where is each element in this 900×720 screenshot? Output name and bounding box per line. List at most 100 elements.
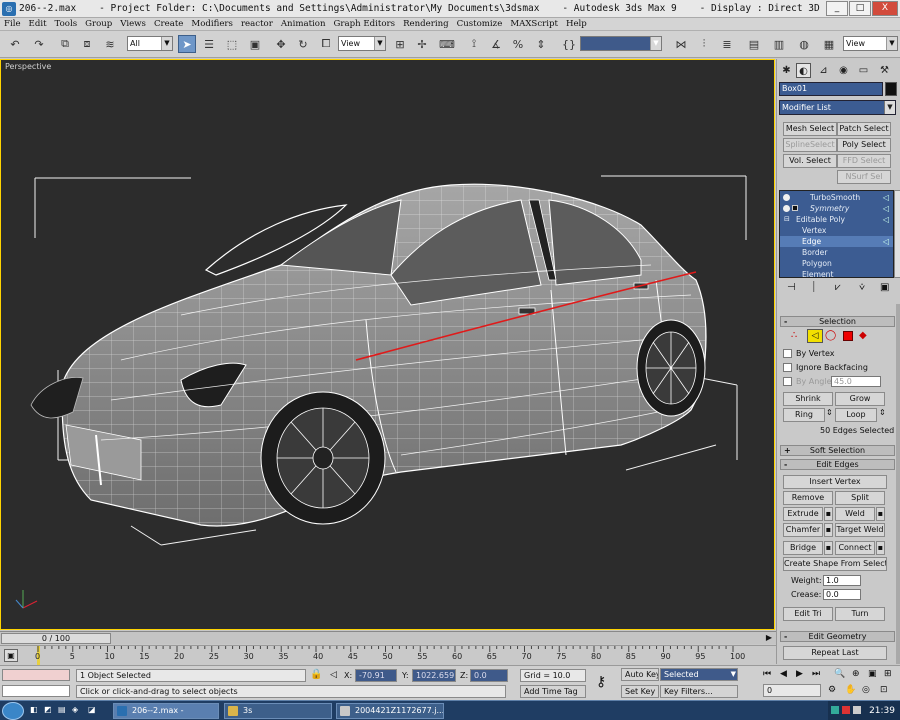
key-mode-dropdown[interactable]: Selected ▼ bbox=[660, 668, 738, 681]
collapse-icon[interactable]: ⊟ bbox=[784, 214, 790, 225]
align-icon[interactable]: ⫶ bbox=[695, 35, 713, 53]
selection-rollout-header[interactable]: - Selection bbox=[780, 316, 895, 327]
zoom-all-icon[interactable]: ⊕ bbox=[852, 669, 860, 679]
turn-button[interactable]: Turn bbox=[835, 607, 885, 621]
window-crossing-icon[interactable]: ▣ bbox=[246, 35, 264, 53]
volume-icon[interactable] bbox=[853, 706, 861, 714]
extrude-settings-icon[interactable]: ▪ bbox=[824, 507, 833, 521]
show-end-result-icon[interactable]: ⏐ bbox=[811, 282, 817, 293]
spinner-snap-icon[interactable]: ⇕ bbox=[532, 35, 550, 53]
spline-select-button[interactable]: SplineSelect bbox=[783, 138, 837, 152]
taskbar-item-image[interactable]: 2004421Z1172677.j... bbox=[336, 703, 444, 719]
taskbar-item-folder[interactable]: 3s bbox=[224, 703, 332, 719]
mini-curve-editor-icon[interactable]: ▣ bbox=[4, 649, 18, 662]
minimize-button[interactable]: _ bbox=[826, 1, 848, 16]
stack-scrollbar[interactable] bbox=[894, 190, 900, 278]
y-coord-field[interactable]: 1022.659 bbox=[412, 669, 456, 682]
absolute-mode-icon[interactable]: ◁ bbox=[330, 670, 337, 680]
loop-spinner-icon[interactable]: ⇕ bbox=[879, 408, 886, 417]
connect-button[interactable]: Connect bbox=[835, 541, 875, 555]
link-icon[interactable]: ⧉ bbox=[56, 35, 74, 53]
x-coord-field[interactable]: -70.91 bbox=[355, 669, 397, 682]
stack-item-editable-poly[interactable]: ⊟ Editable Poly ◁ bbox=[780, 214, 893, 225]
keyboard-shortcut-icon[interactable]: ⌨ bbox=[438, 35, 456, 53]
percent-snap-icon[interactable]: % bbox=[509, 35, 527, 53]
mirror-icon[interactable]: ⋈ bbox=[672, 35, 690, 53]
weld-button[interactable]: Weld bbox=[835, 507, 875, 521]
taskbar-item-3dsmax[interactable]: 206--2.max - bbox=[113, 703, 219, 719]
object-color-swatch[interactable] bbox=[885, 82, 897, 96]
network-icon[interactable] bbox=[831, 706, 839, 714]
time-slider[interactable]: 0 / 100 ▶ bbox=[0, 631, 776, 644]
maxscript-listener-field[interactable] bbox=[2, 669, 70, 681]
menu-rendering[interactable]: Rendering bbox=[399, 19, 453, 29]
edit-named-selection-icon[interactable]: {} bbox=[560, 35, 578, 53]
selection-filter-dropdown[interactable]: All ▼ bbox=[127, 36, 173, 51]
quick-launch-icon-4[interactable]: ◈ bbox=[72, 705, 78, 714]
move-icon[interactable]: ✥ bbox=[272, 35, 290, 53]
stack-item-element[interactable]: Element bbox=[780, 269, 893, 277]
zoom-extents-icon[interactable]: ▣ bbox=[868, 669, 877, 679]
time-slider-thumb[interactable]: 0 / 100 bbox=[1, 633, 111, 644]
mesh-select-button[interactable]: Mesh Select bbox=[783, 122, 837, 136]
quick-launch-icon[interactable]: ◧ bbox=[30, 705, 38, 714]
ffd-select-button[interactable]: FFD Select bbox=[837, 154, 891, 168]
antivirus-icon[interactable] bbox=[842, 706, 850, 714]
pin-stack-icon[interactable]: ⊣ bbox=[787, 282, 796, 293]
clock[interactable]: 21:39 bbox=[869, 706, 895, 716]
maximize-button[interactable]: □ bbox=[849, 1, 871, 16]
ring-spinner-icon[interactable]: ⇕ bbox=[826, 408, 833, 417]
set-key-button[interactable]: Set Key bbox=[621, 685, 659, 698]
layer-manager-icon[interactable]: ≣ bbox=[718, 35, 736, 53]
shrink-button[interactable]: Shrink bbox=[783, 392, 833, 406]
menu-group[interactable]: Group bbox=[81, 19, 116, 29]
chamfer-settings-icon[interactable]: ▪ bbox=[824, 523, 833, 537]
repeat-last-button[interactable]: Repeat Last bbox=[783, 646, 887, 660]
modify-tab-icon[interactable]: ◐ bbox=[796, 63, 811, 78]
play-icon[interactable]: ▶ bbox=[796, 669, 803, 679]
make-unique-icon[interactable]: ⩗ bbox=[835, 282, 841, 293]
menu-animation[interactable]: Animation bbox=[277, 19, 330, 29]
angle-spinner[interactable]: 45.0 bbox=[831, 376, 881, 387]
rect-selection-icon[interactable]: ⬚ bbox=[223, 35, 241, 53]
insert-vertex-button[interactable]: Insert Vertex bbox=[783, 475, 887, 489]
ref-coord-dropdown[interactable]: View ▼ bbox=[338, 36, 386, 51]
expand-box-icon[interactable] bbox=[792, 205, 798, 211]
menu-create[interactable]: Create bbox=[150, 19, 187, 29]
nsurf-sel-button[interactable]: NSurf Sel bbox=[837, 170, 891, 184]
current-frame-field[interactable]: 0 bbox=[763, 684, 821, 697]
render-type-dropdown[interactable]: View ▼ bbox=[843, 36, 898, 51]
previous-frame-icon[interactable]: ◀ bbox=[780, 669, 787, 679]
menu-graph-editors[interactable]: Graph Editors bbox=[330, 19, 400, 29]
start-button-icon[interactable] bbox=[2, 702, 24, 720]
menu-modifiers[interactable]: Modifiers bbox=[187, 19, 237, 29]
menu-views[interactable]: Views bbox=[116, 19, 150, 29]
by-vertex-checkbox[interactable] bbox=[783, 349, 792, 358]
object-name-field[interactable]: Box01 bbox=[779, 82, 883, 96]
stack-item-symmetry[interactable]: Symmetry ◁ bbox=[780, 203, 893, 214]
lightbulb-icon[interactable] bbox=[783, 205, 790, 212]
menu-customize[interactable]: Customize bbox=[453, 19, 507, 29]
menu-tools[interactable]: Tools bbox=[51, 19, 82, 29]
unlink-icon[interactable]: ⧈ bbox=[78, 35, 96, 53]
time-config-icon[interactable]: ⚙ bbox=[828, 685, 836, 695]
quick-launch-icon-5[interactable]: ◪ bbox=[88, 705, 96, 714]
weight-spinner[interactable]: 1.0 bbox=[823, 575, 861, 586]
remove-modifier-icon[interactable]: ⩒ bbox=[859, 282, 865, 293]
material-editor-icon[interactable]: ◍ bbox=[795, 35, 813, 53]
quick-launch-icon-3[interactable]: ▤ bbox=[58, 705, 66, 714]
select-manipulate-icon[interactable]: ✢ bbox=[413, 35, 431, 53]
stack-item-vertex[interactable]: Vertex bbox=[780, 225, 893, 236]
motion-tab-icon[interactable]: ◉ bbox=[836, 63, 851, 78]
pivot-center-icon[interactable]: ⊞ bbox=[391, 35, 409, 53]
snap-toggle-icon[interactable]: ⟟ bbox=[465, 35, 483, 53]
quick-launch-icon-2[interactable]: ◩ bbox=[44, 705, 52, 714]
modifier-stack[interactable]: TurboSmooth ◁ Symmetry ◁ ⊟ Editable Poly… bbox=[779, 190, 894, 278]
create-tab-icon[interactable]: ✱ bbox=[779, 63, 794, 78]
ignore-backfacing-checkbox[interactable] bbox=[783, 363, 792, 372]
orbit-icon[interactable]: ◎ bbox=[862, 685, 870, 695]
create-shape-button[interactable]: Create Shape From Selection bbox=[783, 557, 887, 571]
angle-snap-icon[interactable]: ∡ bbox=[487, 35, 505, 53]
select-object-icon[interactable]: ➤ bbox=[178, 35, 196, 53]
pan-icon[interactable]: ✋ bbox=[845, 685, 856, 695]
